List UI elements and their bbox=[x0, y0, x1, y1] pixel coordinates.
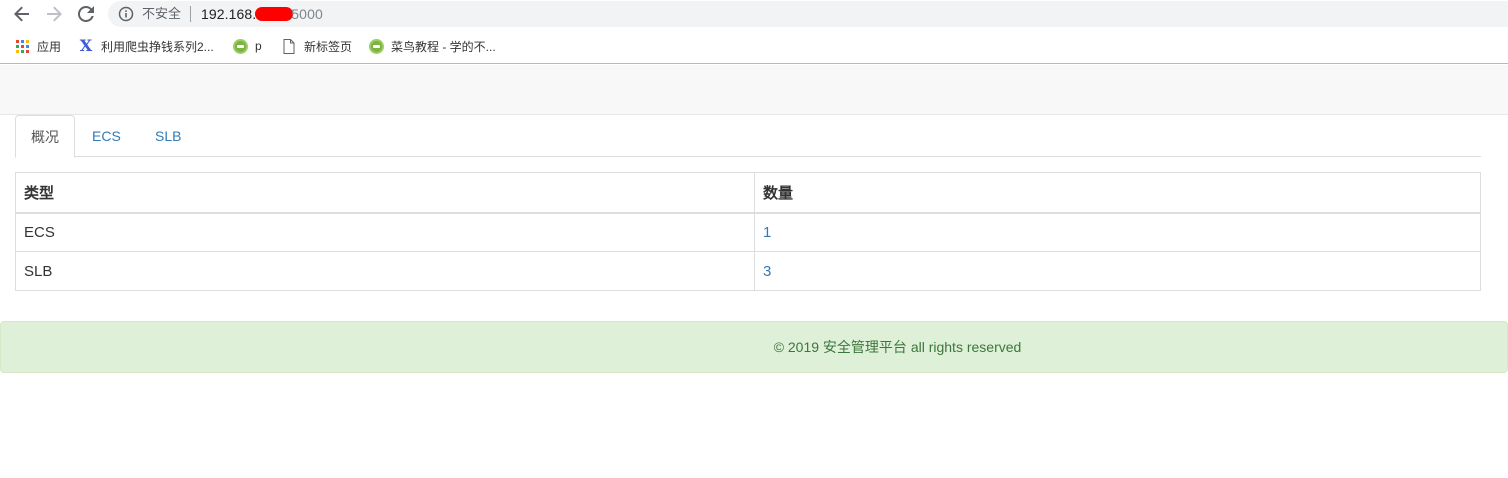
site-info-icon[interactable] bbox=[118, 6, 134, 27]
address-bar[interactable]: 不安全 192.168. 5000 bbox=[108, 1, 1508, 27]
page-footer: © 2019 安全管理平台 all rights reserved bbox=[0, 321, 1508, 373]
forward-arrow-icon bbox=[47, 6, 62, 22]
bookmark-label: 新标签页 bbox=[304, 39, 353, 54]
cell-type: ECS bbox=[15, 212, 755, 252]
back-button[interactable] bbox=[11, 3, 33, 25]
footer-copyright: © 2019 安全管理平台 all rights reserved bbox=[773, 339, 1022, 355]
bookmark-new-tab[interactable]: 新标签页 bbox=[281, 37, 352, 55]
redaction-mark bbox=[255, 7, 294, 21]
insecure-label: 不安全 bbox=[142, 6, 182, 21]
url-text[interactable]: 192.168. 5000 bbox=[201, 5, 323, 23]
table-row: ECS 1 bbox=[15, 212, 1481, 252]
forward-button[interactable] bbox=[43, 3, 65, 25]
bookmark-label: p bbox=[255, 39, 262, 53]
apps-icon bbox=[14, 38, 30, 54]
bookmark-label: 利用爬虫挣钱系列2... bbox=[101, 39, 214, 54]
tab-ecs[interactable]: ECS bbox=[77, 115, 136, 157]
cell-type: SLB bbox=[15, 251, 755, 291]
bookmark-crawler-series[interactable]: X 利用爬虫挣钱系列2... bbox=[78, 37, 214, 55]
runoob-icon bbox=[368, 38, 384, 54]
column-header-count: 数量 bbox=[754, 172, 1481, 214]
tab-slb[interactable]: SLB bbox=[140, 115, 196, 157]
bookmarks-bar: 应用 X 利用爬虫挣钱系列2... p 新标签页 菜鸟教程 - 学的不... bbox=[0, 28, 1508, 64]
table-header-row: 类型 数量 bbox=[15, 172, 1481, 214]
cell-count-link[interactable]: 1 bbox=[754, 212, 1481, 252]
bookmark-apps[interactable]: 应用 bbox=[14, 37, 61, 55]
cell-count-link[interactable]: 3 bbox=[754, 251, 1481, 291]
browser-toolbar: 不安全 192.168. 5000 bbox=[0, 0, 1508, 28]
x-logo-icon: X bbox=[79, 36, 93, 55]
runoob-icon bbox=[232, 38, 248, 54]
bookmark-label: 菜鸟教程 - 学的不... bbox=[391, 39, 496, 54]
url-port: 5000 bbox=[291, 6, 323, 22]
reload-button[interactable] bbox=[75, 3, 97, 25]
table-row: SLB 3 bbox=[15, 251, 1481, 291]
resource-table: 类型 数量 ECS 1 SLB 3 bbox=[15, 172, 1481, 291]
page-navbar bbox=[0, 65, 1508, 115]
url-host: 192.168. bbox=[201, 6, 257, 22]
page-icon bbox=[281, 38, 297, 54]
column-header-type: 类型 bbox=[15, 172, 755, 214]
bookmark-runoob[interactable]: 菜鸟教程 - 学的不... bbox=[368, 37, 496, 55]
tab-overview[interactable]: 概况 bbox=[15, 115, 75, 158]
reload-icon bbox=[78, 6, 94, 22]
address-separator bbox=[190, 6, 191, 22]
bookmark-label: 应用 bbox=[37, 39, 62, 54]
tab-bar: 概况 ECS SLB bbox=[15, 115, 1481, 158]
back-arrow-icon bbox=[14, 6, 29, 22]
bookmark-p[interactable]: p bbox=[232, 37, 262, 55]
